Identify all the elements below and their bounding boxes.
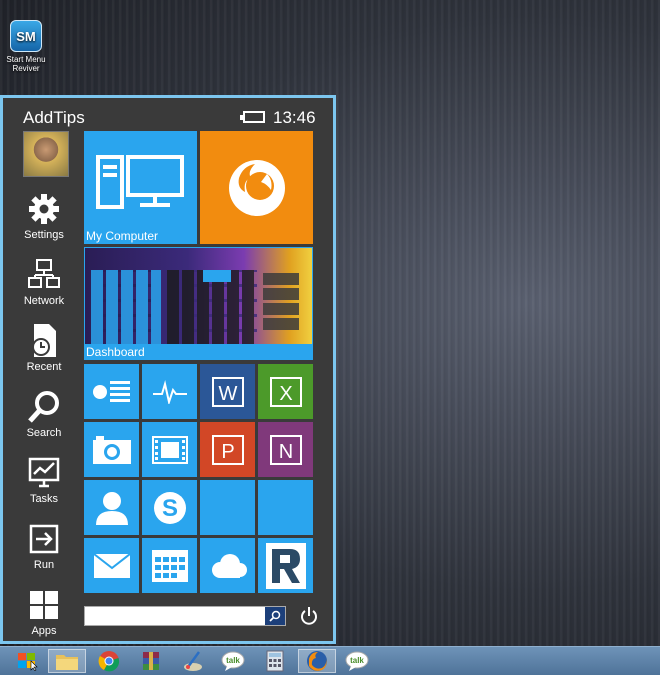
start-icon bbox=[18, 653, 38, 671]
svg-text:P: P bbox=[221, 441, 234, 463]
sidebar-item-apps[interactable]: Apps bbox=[3, 587, 85, 637]
svg-text:S: S bbox=[161, 495, 177, 522]
svg-text:N: N bbox=[278, 441, 292, 463]
sidebar-item-label: Network bbox=[23, 295, 65, 307]
clock: 13:46 bbox=[273, 108, 316, 127]
sidebar-item-label: Run bbox=[33, 559, 55, 571]
tile-activity[interactable] bbox=[142, 364, 197, 419]
dashboard-preview-image bbox=[85, 248, 312, 344]
sidebar-item-recent[interactable]: Recent bbox=[3, 323, 85, 373]
pulse-icon bbox=[142, 364, 197, 419]
recent-icon bbox=[26, 323, 62, 359]
sidebar-item-label: Apps bbox=[31, 625, 57, 637]
tile-calendar[interactable] bbox=[142, 538, 197, 593]
cloud-icon bbox=[200, 538, 255, 593]
camera-icon bbox=[84, 422, 139, 477]
sidebar-item-label: Settings bbox=[24, 229, 64, 241]
taskbar-talk-2[interactable]: talk bbox=[338, 649, 376, 673]
tile-skype[interactable]: S bbox=[142, 480, 197, 535]
taskbar-paint[interactable] bbox=[174, 649, 212, 673]
svg-text:W: W bbox=[218, 383, 237, 405]
tile-firefox[interactable] bbox=[200, 131, 313, 244]
search-icon bbox=[269, 610, 281, 622]
svg-text:talk: talk bbox=[226, 656, 240, 665]
svg-text:talk: talk bbox=[350, 656, 364, 665]
sidebar-item-run[interactable]: Run bbox=[3, 521, 85, 571]
tasks-icon bbox=[26, 455, 62, 491]
control-panel-icon bbox=[84, 364, 139, 419]
reader-icon bbox=[258, 538, 313, 593]
tile-label: Dashboard bbox=[86, 345, 145, 359]
taskbar-calculator[interactable] bbox=[256, 649, 294, 673]
powerpoint-icon: P bbox=[200, 422, 255, 477]
desktop-icon-label: Start Menu Reviver bbox=[6, 55, 46, 73]
start-menu-reviver-icon: SM bbox=[10, 20, 42, 52]
search-input[interactable] bbox=[84, 606, 286, 626]
sidebar-item-network[interactable]: Network bbox=[3, 257, 85, 307]
paint-icon bbox=[184, 651, 202, 671]
power-icon bbox=[301, 607, 317, 625]
onenote-icon: N bbox=[258, 422, 313, 477]
word-icon: W bbox=[200, 364, 255, 419]
excel-icon: X bbox=[258, 364, 313, 419]
tile-label: My Computer bbox=[86, 229, 159, 243]
mail-icon bbox=[84, 538, 139, 593]
run-icon bbox=[26, 521, 62, 557]
tile-reader[interactable] bbox=[258, 538, 313, 593]
sidebar-item-search[interactable]: Search bbox=[3, 389, 85, 439]
user-avatar[interactable] bbox=[23, 131, 69, 177]
talk-icon: talk bbox=[345, 651, 369, 671]
start-menu-reviver-desktop-icon[interactable]: SM Start Menu Reviver bbox=[2, 20, 50, 73]
tile-my-computer[interactable]: My Computer bbox=[84, 131, 197, 244]
tile-camera[interactable] bbox=[84, 422, 139, 477]
tile-onedrive[interactable] bbox=[200, 538, 255, 593]
tile-empty-1[interactable] bbox=[200, 480, 255, 535]
sidebar-item-label: Tasks bbox=[29, 493, 59, 505]
tile-dashboard[interactable]: Dashboard bbox=[84, 247, 313, 360]
tile-powerpoint[interactable]: P bbox=[200, 422, 255, 477]
start-menu-title: AddTips bbox=[23, 108, 85, 127]
tile-control-panel[interactable] bbox=[84, 364, 139, 419]
power-button[interactable] bbox=[298, 605, 320, 627]
taskbar-chrome[interactable] bbox=[90, 649, 128, 673]
firefox-icon bbox=[200, 131, 313, 244]
start-button[interactable] bbox=[8, 649, 46, 673]
file-explorer-icon bbox=[56, 655, 78, 670]
skype-icon: S bbox=[142, 480, 197, 535]
chrome-icon bbox=[98, 651, 120, 672]
tile-video[interactable] bbox=[142, 422, 197, 477]
tile-onenote[interactable]: N bbox=[258, 422, 313, 477]
tile-empty-2[interactable] bbox=[258, 480, 313, 535]
svg-text:X: X bbox=[279, 383, 292, 405]
taskbar-talk-1[interactable]: talk bbox=[214, 649, 252, 673]
person-icon bbox=[84, 480, 139, 535]
taskbar-winrar[interactable] bbox=[132, 649, 170, 673]
battery-icon bbox=[240, 111, 265, 123]
start-menu: AddTips 13:46 Settings Network Recent Se… bbox=[0, 95, 336, 644]
talk-icon: talk bbox=[221, 651, 245, 671]
tile-word[interactable]: W bbox=[200, 364, 255, 419]
taskbar: talk talk bbox=[0, 646, 660, 675]
network-icon bbox=[26, 257, 62, 293]
computer-icon bbox=[84, 131, 197, 244]
taskbar-firefox[interactable] bbox=[298, 649, 336, 673]
tile-mail[interactable] bbox=[84, 538, 139, 593]
apps-icon bbox=[26, 587, 62, 623]
sidebar-item-settings[interactable]: Settings bbox=[3, 191, 85, 241]
calculator-icon bbox=[266, 650, 284, 672]
sidebar-item-tasks[interactable]: Tasks bbox=[3, 455, 85, 505]
firefox-icon bbox=[307, 651, 327, 671]
film-icon bbox=[142, 422, 197, 477]
tile-people[interactable] bbox=[84, 480, 139, 535]
search-icon bbox=[26, 389, 62, 425]
gear-icon bbox=[26, 191, 62, 227]
winrar-icon bbox=[143, 652, 159, 670]
search-button[interactable] bbox=[265, 607, 285, 625]
tile-excel[interactable]: X bbox=[258, 364, 313, 419]
taskbar-file-explorer[interactable] bbox=[48, 649, 86, 673]
sidebar-item-label: Search bbox=[26, 427, 62, 439]
sidebar-item-label: Recent bbox=[26, 361, 62, 373]
calendar-icon bbox=[142, 538, 197, 593]
